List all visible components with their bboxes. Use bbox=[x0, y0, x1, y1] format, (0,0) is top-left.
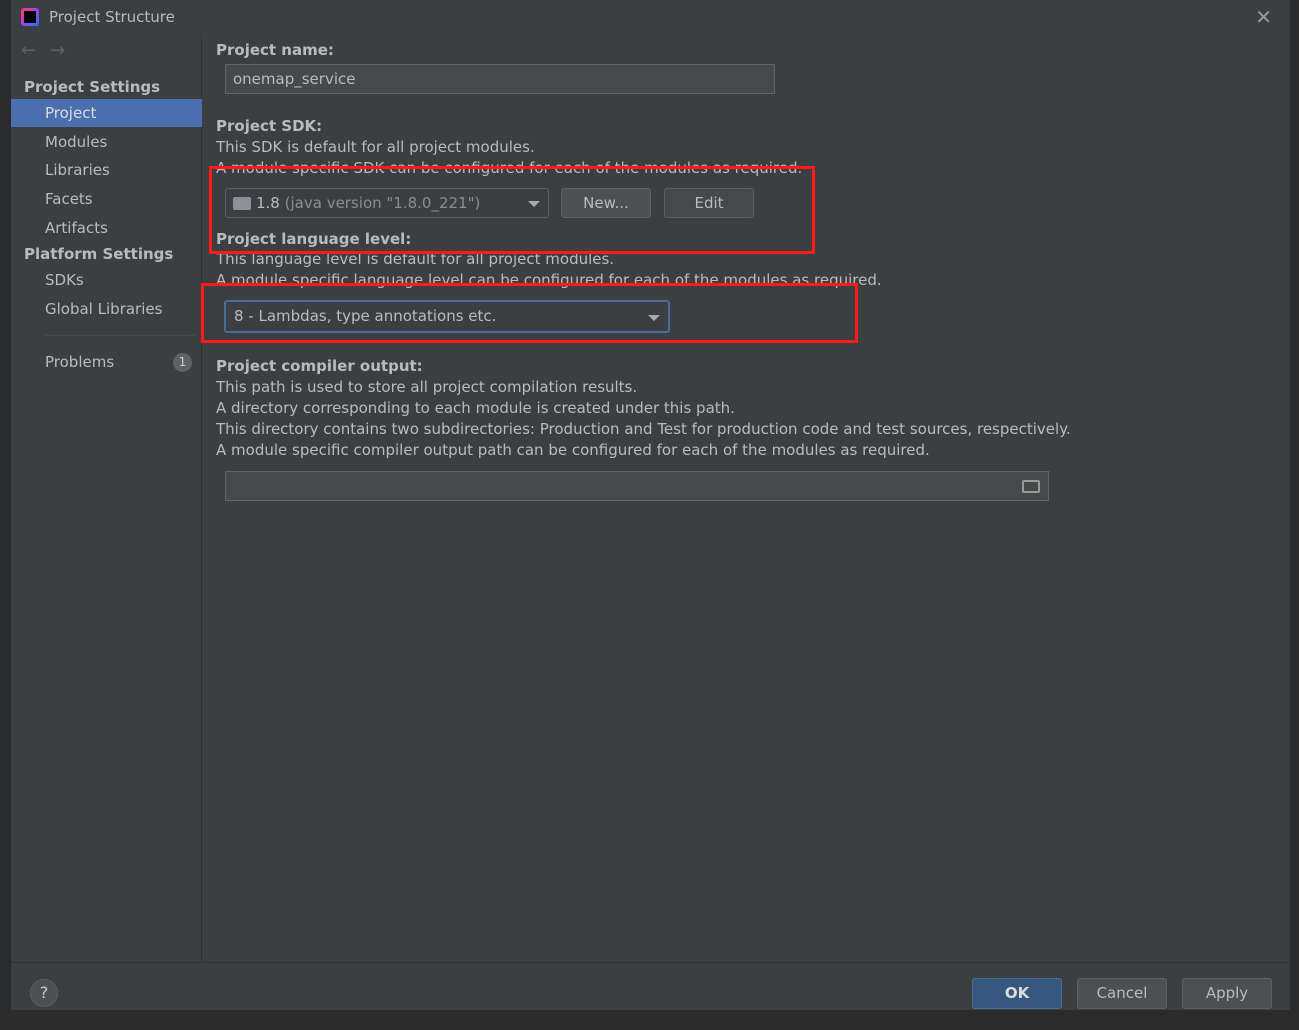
highlight-box-sdk bbox=[209, 166, 815, 254]
sidebar: ← → Project Settings Project Modules Libr… bbox=[11, 34, 202, 962]
sidebar-item-problems[interactable]: Problems 1 bbox=[11, 348, 202, 376]
compiler-output-label: Project compiler output: bbox=[216, 357, 423, 375]
project-name-label: Project name: bbox=[216, 41, 334, 59]
cancel-button[interactable]: Cancel bbox=[1077, 978, 1167, 1009]
ok-button[interactable]: OK bbox=[972, 978, 1062, 1009]
sidebar-item-modules[interactable]: Modules bbox=[11, 128, 202, 156]
project-sdk-label: Project SDK: bbox=[216, 117, 323, 135]
close-icon[interactable]: ✕ bbox=[1255, 5, 1272, 29]
platform-settings-header: Platform Settings bbox=[24, 245, 174, 263]
title-bar: Project Structure ✕ bbox=[11, 0, 1290, 34]
sidebar-item-artifacts[interactable]: Artifacts bbox=[11, 214, 202, 242]
highlight-box-language-level bbox=[201, 283, 858, 343]
apply-button[interactable]: Apply bbox=[1182, 978, 1272, 1009]
window-title: Project Structure bbox=[49, 8, 175, 26]
divider bbox=[45, 335, 195, 336]
output-description-3: This directory contains two subdirectori… bbox=[216, 420, 1071, 438]
sidebar-item-global-libraries[interactable]: Global Libraries bbox=[11, 295, 202, 323]
dialog-footer: ? OK Cancel Apply bbox=[11, 962, 1290, 1010]
sidebar-item-sdks[interactable]: SDKs bbox=[11, 266, 202, 294]
sdk-description-1: This SDK is default for all project modu… bbox=[216, 138, 535, 156]
problems-label: Problems bbox=[45, 353, 115, 371]
forward-arrow-icon[interactable]: → bbox=[50, 40, 65, 61]
sidebar-item-project[interactable]: Project bbox=[11, 99, 202, 127]
project-settings-header: Project Settings bbox=[24, 78, 161, 96]
help-button[interactable]: ? bbox=[30, 979, 58, 1007]
back-arrow-icon[interactable]: ← bbox=[21, 40, 36, 61]
intellij-logo-icon bbox=[21, 8, 39, 26]
output-description-1: This path is used to store all project c… bbox=[216, 378, 638, 396]
output-description-4: A module specific compiler output path c… bbox=[216, 441, 930, 459]
project-structure-dialog: Project Structure ✕ ← → Project Settings … bbox=[11, 0, 1290, 1010]
browse-folder-icon[interactable] bbox=[1022, 480, 1040, 493]
problems-count-badge: 1 bbox=[173, 353, 192, 372]
sidebar-item-facets[interactable]: Facets bbox=[11, 185, 202, 213]
project-name-input[interactable]: onemap_service bbox=[225, 64, 775, 94]
sidebar-item-libraries[interactable]: Libraries bbox=[11, 156, 202, 184]
compiler-output-input[interactable] bbox=[225, 471, 1049, 501]
output-description-2: A directory corresponding to each module… bbox=[216, 399, 735, 417]
